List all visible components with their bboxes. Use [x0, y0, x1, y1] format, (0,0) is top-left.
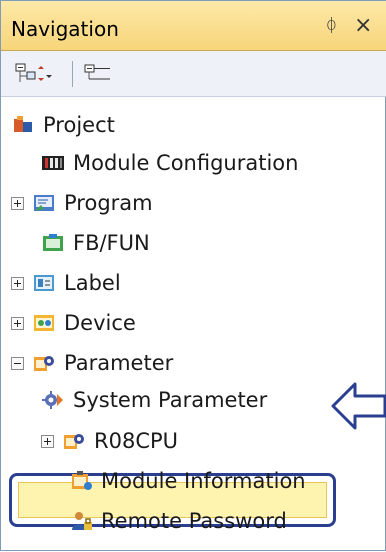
module-configuration-icon [41, 151, 65, 175]
cpu-parameter-icon [62, 429, 86, 453]
tree-item-device[interactable]: Device [11, 303, 136, 343]
tree-item-program[interactable]: Program [11, 183, 153, 223]
tree-item-label: Module Information [101, 469, 306, 493]
navigation-toolbar [1, 51, 386, 97]
collapse-expand-dropdown-button[interactable] [15, 63, 55, 85]
tree-item-label: Device [64, 311, 136, 335]
panel-title-bar: Navigation ᛰ × [1, 1, 386, 51]
collapse-icon[interactable] [11, 356, 24, 370]
expand-icon[interactable] [41, 434, 54, 448]
tree-item-label: Label [64, 271, 121, 295]
tree-item-label: Remote Password [101, 509, 287, 533]
project-tree: Project Module Configuration Program FB/… [1, 97, 386, 552]
tree-item-parameter[interactable]: Parameter [11, 343, 173, 383]
tree-item-system-parameter[interactable]: System Parameter [41, 380, 267, 420]
tree-item-label: Parameter [64, 351, 174, 375]
navigation-panel: Navigation ᛰ × Project Module Configurat… [0, 0, 386, 551]
label-icon [32, 271, 56, 295]
close-icon[interactable]: × [354, 13, 372, 38]
device-icon [32, 311, 56, 335]
pin-icon[interactable]: ᛰ [326, 15, 337, 36]
tree-item-r08cpu[interactable]: R08CPU [41, 421, 178, 461]
tree-item-label: R08CPU [94, 429, 179, 453]
tree-view-icon [84, 64, 110, 80]
tree-item-label: System Parameter [73, 388, 268, 412]
remote-password-icon [69, 509, 93, 533]
tree-item-label: Module Configuration [73, 151, 299, 175]
callout-arrow-icon [331, 382, 386, 430]
program-icon [32, 191, 56, 215]
tree-view-button[interactable] [84, 63, 114, 85]
tree-item-fb-fun[interactable]: FB/FUN [41, 223, 150, 263]
system-parameter-icon [41, 388, 65, 412]
tree-item-label[interactable]: Label [11, 263, 121, 303]
project-icon [11, 113, 35, 137]
tree-item-label: FB/FUN [73, 231, 150, 255]
tree-item-label: Project [43, 113, 115, 137]
expand-icon[interactable] [11, 196, 24, 210]
tree-item-project[interactable]: Project [11, 105, 115, 145]
tree-item-module-configuration[interactable]: Module Configuration [41, 143, 298, 183]
expand-icon[interactable] [11, 276, 24, 290]
tree-item-module-information[interactable]: Module Information [69, 461, 306, 501]
parameter-icon [32, 351, 56, 375]
fb-fun-icon [41, 231, 65, 255]
panel-title: Navigation [11, 17, 119, 41]
tree-item-label: Program [64, 191, 153, 215]
expand-icon[interactable] [11, 316, 24, 330]
toolbar-separator [72, 61, 73, 87]
tree-item-remote-password[interactable]: Remote Password [69, 501, 287, 541]
module-information-icon [69, 469, 93, 493]
collapse-expand-dropdown-icon [15, 63, 52, 82]
